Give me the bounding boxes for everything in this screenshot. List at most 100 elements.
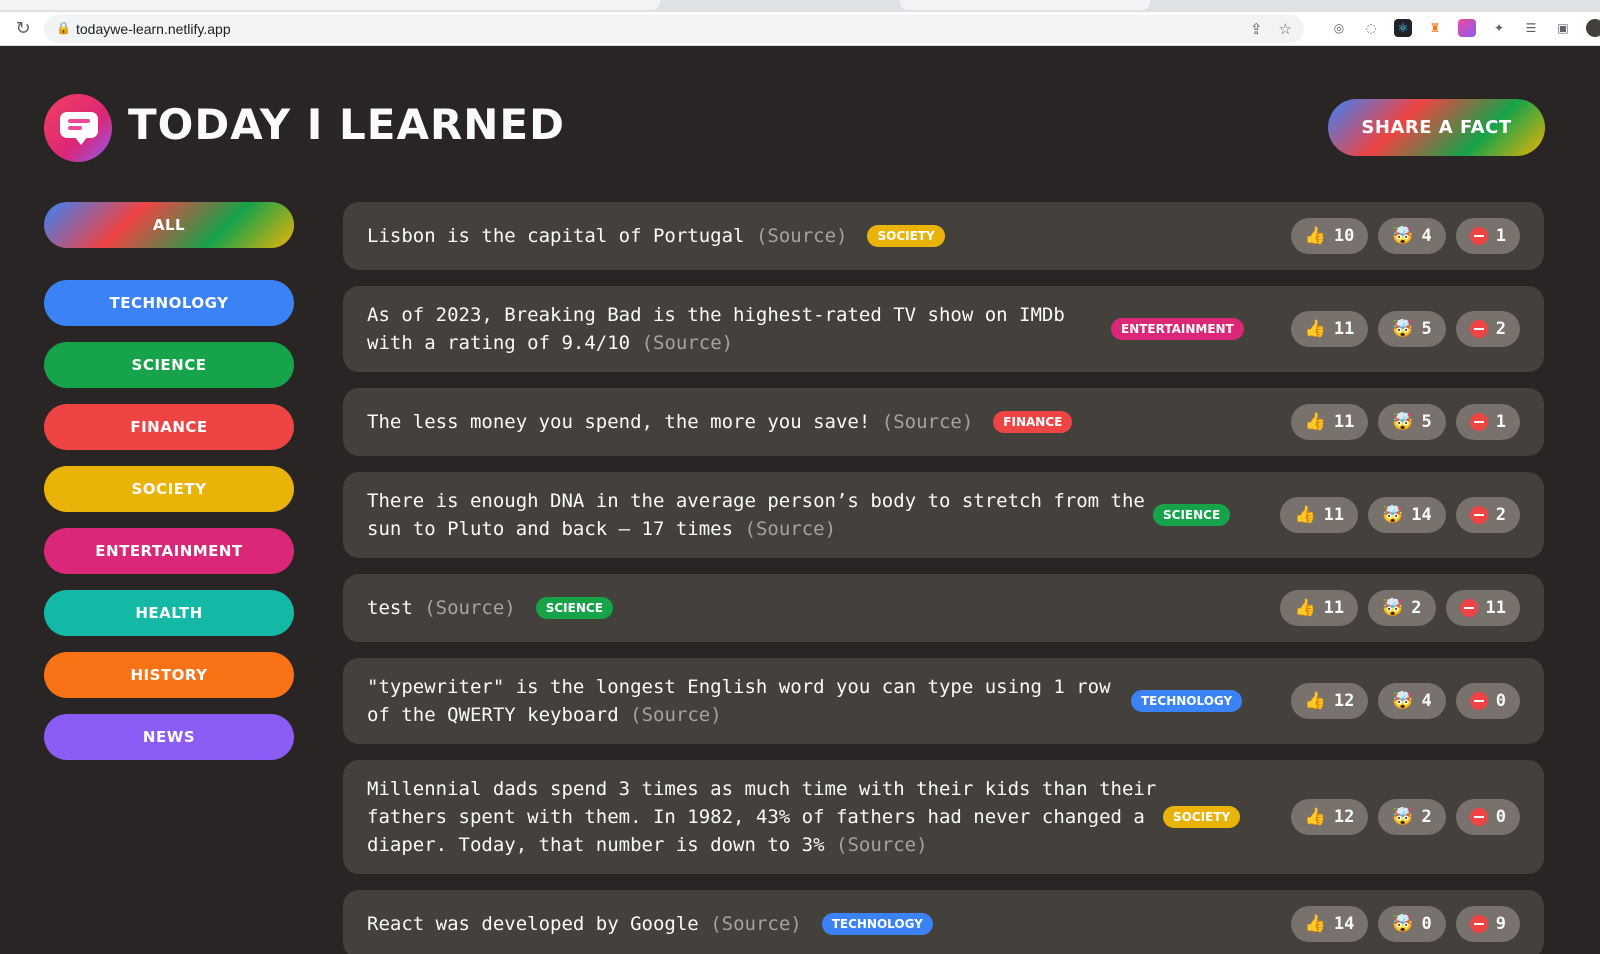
fact-statement: Lisbon is the capital of Portugal [367,225,745,247]
vote-false-button[interactable]: 0 [1455,799,1520,835]
mind-blown-icon: 🤯 [1382,598,1404,618]
no-entry-icon [1469,808,1488,826]
side-panel-icon[interactable]: ▣ [1554,19,1572,37]
vote-count: 0 [1495,807,1506,827]
vote-mindblowing-button[interactable]: 🤯 2 [1368,590,1436,626]
thumbs-up-icon: 👍 [1304,226,1326,246]
category-button-science[interactable]: Science [44,342,294,388]
mind-blown-icon: 🤯 [1382,505,1404,525]
vote-buttons: 👍 11 🤯 5 2 [1290,311,1520,347]
reload-icon[interactable]: ↻ [12,18,34,40]
vote-false-button[interactable]: 2 [1455,497,1520,533]
category-button-entertainment[interactable]: Entertainment [44,528,294,574]
puzzle-icon[interactable]: ✦ [1490,19,1508,37]
vote-interesting-button[interactable]: 👍 14 [1290,906,1369,942]
fact-text: React was developed by Google (Source) Te… [367,910,1267,938]
vote-count: 4 [1421,226,1432,246]
source-link[interactable]: (Source) [756,225,848,247]
fact-card: "typewriter" is the longest English word… [343,658,1544,744]
category-button-health[interactable]: Health [44,590,294,636]
vote-false-button[interactable]: 0 [1455,683,1520,719]
vote-count: 11 [1485,598,1506,618]
vote-buttons: 👍 12 🤯 4 0 [1290,683,1520,719]
facts-list: Lisbon is the capital of Portugal (Sourc… [343,202,1544,954]
fact-statement: test [367,597,413,619]
page-title: Today I Learned [128,100,565,149]
vote-false-button[interactable]: 1 [1455,218,1520,254]
no-entry-icon [1469,506,1488,524]
vote-false-button[interactable]: 11 [1445,590,1520,626]
vote-mindblowing-button[interactable]: 🤯 4 [1378,218,1446,254]
vote-mindblowing-button[interactable]: 🤯 14 [1368,497,1446,533]
extension-icon[interactable] [1458,19,1476,37]
vote-count: 11 [1333,319,1355,339]
vote-interesting-button[interactable]: 👍 11 [1280,590,1359,626]
vote-interesting-button[interactable]: 👍 11 [1280,497,1359,533]
no-entry-icon [1469,320,1488,338]
category-button-society[interactable]: Society [44,466,294,512]
source-link[interactable]: (Source) [745,518,837,540]
no-entry-icon [1469,915,1488,933]
browser-tab[interactable] [0,0,660,10]
vote-mindblowing-button[interactable]: 🤯 4 [1378,683,1446,719]
avatar[interactable] [1586,19,1600,37]
vote-mindblowing-button[interactable]: 🤯 5 [1378,311,1446,347]
react-devtools-icon[interactable]: ⚛ [1394,19,1412,37]
category-button-technology[interactable]: Technology [44,280,294,326]
share-page-icon[interactable]: ⇪ [1250,20,1263,38]
browser-tab[interactable] [900,0,1150,10]
vote-false-button[interactable]: 1 [1455,404,1520,440]
vote-interesting-button[interactable]: 👍 11 [1290,311,1369,347]
category-tag: Entertainment [1111,318,1244,340]
source-link[interactable]: (Source) [424,597,516,619]
source-link[interactable]: (Source) [630,704,722,726]
category-sidebar: All Technology Science Finance Society Enter… [44,202,294,776]
lock-icon[interactable]: 🔒 [56,21,71,35]
category-all-button[interactable]: All [44,202,294,248]
reading-list-icon[interactable]: ☰ [1522,19,1540,37]
logo-icon [44,94,112,162]
source-link[interactable]: (Source) [882,411,974,433]
vote-mindblowing-button[interactable]: 🤯 0 [1378,906,1446,942]
address-bar[interactable]: 🔒 todaywe-learn.netlify.app ⇪ ☆ [44,15,1304,43]
vote-interesting-button[interactable]: 👍 12 [1290,683,1369,719]
thumbs-up-icon: 👍 [1304,807,1326,827]
source-link[interactable]: (Source) [836,834,928,856]
source-link[interactable]: (Source) [710,913,802,935]
extension-icon[interactable]: ◎ [1330,19,1348,37]
category-button-history[interactable]: History [44,652,294,698]
mind-blown-icon: 🤯 [1392,914,1414,934]
bookmark-star-icon[interactable]: ☆ [1279,20,1292,38]
vote-count: 14 [1333,914,1355,934]
vote-count: 0 [1495,691,1506,711]
vote-interesting-button[interactable]: 👍 11 [1290,404,1369,440]
thumbs-up-icon: 👍 [1294,598,1316,618]
vote-count: 0 [1421,914,1432,934]
source-link[interactable]: (Source) [642,332,734,354]
category-button-news[interactable]: News [44,714,294,760]
vote-mindblowing-button[interactable]: 🤯 2 [1378,799,1446,835]
thumbs-up-icon: 👍 [1304,319,1326,339]
fact-text: Millennial dads spend 3 times as much ti… [367,775,1167,859]
vote-count: 12 [1333,807,1355,827]
fact-card: React was developed by Google (Source) Te… [343,890,1544,954]
vote-mindblowing-button[interactable]: 🤯 5 [1378,404,1446,440]
vote-false-button[interactable]: 2 [1455,311,1520,347]
no-entry-icon [1459,599,1478,617]
fact-text: The less money you spend, the more you s… [367,408,1267,436]
category-list: Technology Science Finance Society Entertain… [44,280,294,760]
fact-card: As of 2023, Breaking Bad is the highest-… [343,286,1544,372]
category-button-finance[interactable]: Finance [44,404,294,450]
extension-icon[interactable]: ◌ [1362,19,1380,37]
url-text[interactable]: todaywe-learn.netlify.app [76,21,231,37]
vote-false-button[interactable]: 9 [1455,906,1520,942]
vote-count: 2 [1495,505,1506,525]
vote-interesting-button[interactable]: 👍 12 [1290,799,1369,835]
vote-interesting-button[interactable]: 👍 10 [1290,218,1369,254]
no-entry-icon [1469,692,1488,710]
extension-icon[interactable]: ♜ [1426,19,1444,37]
thumbs-up-icon: 👍 [1294,505,1316,525]
thumbs-up-icon: 👍 [1304,412,1326,432]
vote-buttons: 👍 14 🤯 0 9 [1290,906,1520,942]
share-fact-button[interactable]: Share a fact [1328,99,1545,156]
